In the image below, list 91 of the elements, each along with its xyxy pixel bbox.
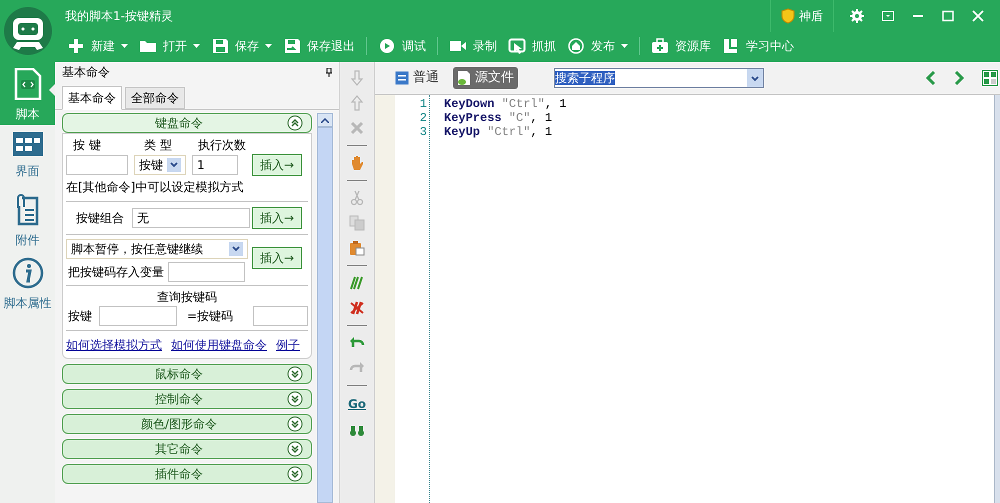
plus-icon [67,38,85,54]
help-link[interactable]: 如何使用键盘命令 [171,336,267,354]
code-editor[interactable]: 1 2 3 KeyDown "Ctrl", 1 KeyPress "C", 1 KeyUp "Ctrl", 1 [375,95,1000,503]
floppy-icon [211,38,229,54]
pause-dropdown[interactable]: 脚本暂停，按任意键继续 [66,239,248,259]
section-header[interactable]: 插件命令 [62,464,312,484]
expand-icon[interactable] [287,466,303,482]
combo-label: 按键组合 [75,210,125,227]
collapse-icon[interactable] [287,115,303,131]
camera-icon [449,38,467,54]
section-header[interactable]: 颜色/图形命令 [62,414,312,434]
section-title: 插件命令 [154,466,204,483]
pin-icon[interactable] [326,68,332,76]
query-title: 查询按键码 [156,289,218,306]
grid-window-icon [12,131,44,157]
query-key-field[interactable] [99,306,178,326]
crossed-slash-icon[interactable] [349,300,365,316]
section-header[interactable]: 控制命令 [62,389,312,409]
dropdown-icon [229,242,243,256]
section-title: 控制命令 [154,391,204,408]
menu-icon[interactable] [882,11,894,21]
code-file-icon [14,68,42,100]
section-title: 键盘命令 [154,115,204,132]
go-link[interactable]: Go [348,395,366,413]
editor-tab[interactable]: 源文件 [453,67,518,89]
panel-tab[interactable]: 基本命令 [62,86,122,110]
code-file-icon [457,70,471,86]
info-icon [12,257,44,289]
section-title: 颜色/图形命令 [140,416,218,433]
dropdown-icon [747,69,763,87]
section-header[interactable]: 其它命令 [62,439,312,459]
type-label: 类 型 [143,137,173,154]
insert-button[interactable]: 插入→ [252,247,302,269]
shield-icon [781,8,795,24]
note-text: 在[其他命令]中可以设定模拟方式 [66,178,308,202]
up-caret-icon [321,118,329,122]
code-line: KeyPress "C", 1 [444,111,554,125]
rail-item[interactable]: 附件 [0,188,55,251]
play-icon [378,38,396,54]
variable-field[interactable] [168,262,245,282]
hand-icon[interactable] [349,155,365,171]
section-header[interactable]: 键盘命令 [62,113,312,133]
expand-icon[interactable] [287,416,303,432]
help-link[interactable]: 如何选择模拟方式 [66,336,162,354]
expand-icon[interactable] [287,366,303,382]
dropdown-icon [167,158,181,172]
folder-icon [139,38,157,54]
expand-icon[interactable] [287,391,303,407]
line-number: 3 [418,125,427,139]
back-icon[interactable] [926,71,936,85]
query-code-field[interactable] [253,306,308,326]
code-line: KeyUp "Ctrl", 1 [444,125,554,139]
line-number: 2 [418,111,427,125]
house-circle-icon [567,38,585,54]
query-code-label: =按键码 [186,308,234,325]
section-title: 其它命令 [154,441,204,458]
line-number: 1 [418,97,427,111]
count-field[interactable]: 1 [192,155,238,175]
insert-button[interactable]: 插入→ [252,154,302,176]
forward-icon[interactable] [954,71,964,85]
window-title: 我的脚本1-按键精灵 [64,8,174,25]
key-label: 按 键 [72,137,102,154]
query-key-label: 按键 [67,308,93,325]
maximize-icon[interactable] [942,10,954,22]
expand-icon[interactable] [287,441,303,457]
insert-button[interactable]: 插入→ [252,207,302,229]
panel-tab[interactable]: 全部命令 [125,87,185,109]
settings-icon[interactable] [850,9,864,23]
editor-scrollbar[interactable] [994,95,1000,503]
scroll-up-button[interactable] [317,113,333,127]
editor-tab[interactable]: 普通 [391,67,443,89]
store-label: 把按键码存入变量 [67,264,164,281]
section-title: 鼠标命令 [154,366,204,383]
count-label: 执行次数 [198,137,246,154]
screen-cursor-icon [508,38,526,54]
section-header[interactable]: 鼠标命令 [62,364,312,384]
layout-grid-icon[interactable] [982,70,998,86]
rail-item[interactable]: 脚本属性 [0,251,55,314]
panel-title: 基本命令 [62,64,111,81]
medkit-icon [651,38,669,54]
list-icon [395,71,409,85]
help-link[interactable]: 例子 [276,336,300,354]
double-slash-icon[interactable] [349,275,365,291]
subroutine-search-dropdown[interactable]: 搜索子程序 [554,68,764,88]
combo-field[interactable]: 无 [132,208,250,228]
type-dropdown[interactable]: 按键 [134,155,186,175]
key-field[interactable] [66,155,128,175]
clipboard-icon[interactable] [349,240,365,256]
robot-logo-icon [2,6,52,56]
rail-item[interactable]: 界面 [0,125,55,188]
code-line: KeyDown "Ctrl", 1 [444,97,568,111]
